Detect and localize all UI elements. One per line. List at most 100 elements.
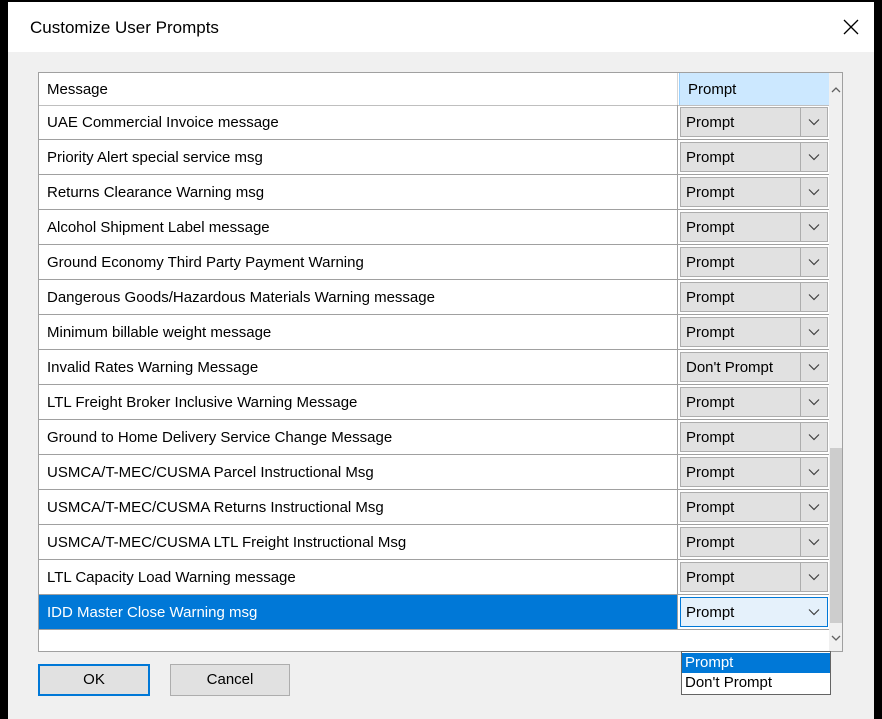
grid-header: Message Prompt xyxy=(39,73,829,106)
table-row[interactable]: Returns Clearance Warning msg Prompt xyxy=(39,175,829,210)
dropdown-button[interactable] xyxy=(800,388,827,416)
header-divider xyxy=(677,73,678,105)
dropdown-button[interactable] xyxy=(800,108,827,136)
prompt-select[interactable]: Prompt xyxy=(680,387,828,417)
prompt-select-value: Prompt xyxy=(686,464,735,481)
chevron-down-icon xyxy=(808,154,820,161)
message-cell[interactable]: Alcohol Shipment Label message xyxy=(39,210,678,244)
table-row[interactable]: UAE Commercial Invoice message Prompt xyxy=(39,105,829,140)
chevron-down-icon xyxy=(808,574,820,581)
message-cell[interactable]: Returns Clearance Warning msg xyxy=(39,175,678,209)
dropdown-button[interactable] xyxy=(800,178,827,206)
customize-user-prompts-dialog: Customize User Prompts Message Prompt UA… xyxy=(8,2,874,719)
dropdown-button[interactable] xyxy=(800,248,827,276)
chevron-down-icon xyxy=(831,635,841,641)
table-row[interactable]: Ground Economy Third Party Payment Warni… xyxy=(39,245,829,280)
prompt-select-value: Prompt xyxy=(686,219,735,236)
prompt-select[interactable]: Prompt xyxy=(680,247,828,277)
chevron-down-icon xyxy=(808,469,820,476)
chevron-down-icon xyxy=(808,259,820,266)
message-cell[interactable]: LTL Capacity Load Warning message xyxy=(39,560,678,594)
cancel-button[interactable]: Cancel xyxy=(170,664,290,696)
close-button[interactable] xyxy=(828,2,874,52)
message-cell[interactable]: USMCA/T-MEC/CUSMA Returns Instructional … xyxy=(39,490,678,524)
table-row[interactable]: USMCA/T-MEC/CUSMA LTL Freight Instructio… xyxy=(39,525,829,560)
dropdown-button[interactable] xyxy=(800,563,827,591)
table-row[interactable]: Dangerous Goods/Hazardous Materials Warn… xyxy=(39,280,829,315)
prompt-select[interactable]: Prompt xyxy=(680,282,828,312)
prompt-select-value: Prompt xyxy=(686,604,735,621)
prompt-select-value: Prompt xyxy=(686,569,735,586)
dropdown-button[interactable] xyxy=(800,143,827,171)
prompt-select-value: Prompt xyxy=(686,394,735,411)
dropdown-button[interactable] xyxy=(800,458,827,486)
chevron-down-icon xyxy=(808,504,820,511)
dropdown-button[interactable] xyxy=(800,213,827,241)
table-row[interactable]: Invalid Rates Warning Message Don't Promp… xyxy=(39,350,829,385)
dropdown-option-prompt[interactable]: Prompt xyxy=(682,653,830,673)
dropdown-button[interactable] xyxy=(800,528,827,556)
prompt-select[interactable]: Prompt xyxy=(680,562,828,592)
ok-button[interactable]: OK xyxy=(38,664,150,696)
prompt-select-value: Prompt xyxy=(686,114,735,131)
prompt-select[interactable]: Prompt xyxy=(680,177,828,207)
table-row[interactable]: IDD Master Close Warning msg Prompt xyxy=(39,595,829,630)
message-cell[interactable]: LTL Freight Broker Inclusive Warning Mes… xyxy=(39,385,678,419)
table-row[interactable]: Minimum billable weight message Prompt xyxy=(39,315,829,350)
prompt-select[interactable]: Prompt xyxy=(680,457,828,487)
prompt-select[interactable]: Prompt xyxy=(680,142,828,172)
dropdown-button[interactable] xyxy=(800,353,827,381)
prompt-select-value: Prompt xyxy=(686,254,735,271)
message-cell[interactable]: Invalid Rates Warning Message xyxy=(39,350,678,384)
message-cell[interactable]: USMCA/T-MEC/CUSMA LTL Freight Instructio… xyxy=(39,525,678,559)
table-row[interactable]: Priority Alert special service msg Prompt xyxy=(39,140,829,175)
column-header-prompt[interactable]: Prompt xyxy=(679,73,829,105)
table-row[interactable]: LTL Capacity Load Warning message Prompt xyxy=(39,560,829,595)
chevron-down-icon xyxy=(808,364,820,371)
prompt-select[interactable]: Prompt xyxy=(680,597,828,627)
prompt-select-value: Prompt xyxy=(686,324,735,341)
chevron-down-icon xyxy=(808,329,820,336)
message-cell[interactable]: Dangerous Goods/Hazardous Materials Warn… xyxy=(39,280,678,314)
column-header-message[interactable]: Message xyxy=(47,73,108,105)
chevron-down-icon xyxy=(808,294,820,301)
message-cell[interactable]: UAE Commercial Invoice message xyxy=(39,105,678,139)
message-cell[interactable]: USMCA/T-MEC/CUSMA Parcel Instructional M… xyxy=(39,455,678,489)
chevron-down-icon xyxy=(808,224,820,231)
prompt-select[interactable]: Prompt xyxy=(680,317,828,347)
title-bar: Customize User Prompts xyxy=(8,2,874,52)
message-cell[interactable]: IDD Master Close Warning msg xyxy=(39,595,678,629)
dropdown-option-dont-prompt[interactable]: Don't Prompt xyxy=(682,673,830,693)
vertical-scrollbar[interactable] xyxy=(829,73,842,651)
message-cell[interactable]: Ground Economy Third Party Payment Warni… xyxy=(39,245,678,279)
dropdown-button[interactable] xyxy=(800,493,827,521)
table-row[interactable]: Ground to Home Delivery Service Change M… xyxy=(39,420,829,455)
table-row[interactable]: USMCA/T-MEC/CUSMA Returns Instructional … xyxy=(39,490,829,525)
prompt-select[interactable]: Prompt xyxy=(680,422,828,452)
dropdown-button[interactable] xyxy=(800,598,827,626)
message-cell[interactable]: Priority Alert special service msg xyxy=(39,140,678,174)
prompt-select[interactable]: Prompt xyxy=(680,492,828,522)
table-row[interactable]: USMCA/T-MEC/CUSMA Parcel Instructional M… xyxy=(39,455,829,490)
prompt-select[interactable]: Prompt xyxy=(680,212,828,242)
message-cell[interactable]: Ground to Home Delivery Service Change M… xyxy=(39,420,678,454)
scroll-up-button[interactable] xyxy=(829,81,842,99)
prompt-select-value: Prompt xyxy=(686,499,735,516)
prompt-select[interactable]: Prompt xyxy=(680,527,828,557)
window-title: Customize User Prompts xyxy=(30,18,219,37)
dropdown-button[interactable] xyxy=(800,423,827,451)
prompt-select[interactable]: Prompt xyxy=(680,107,828,137)
scroll-thumb[interactable] xyxy=(830,448,842,623)
chevron-up-icon xyxy=(831,87,841,93)
table-row[interactable]: Alcohol Shipment Label message Prompt xyxy=(39,210,829,245)
table-row[interactable]: LTL Freight Broker Inclusive Warning Mes… xyxy=(39,385,829,420)
prompts-grid: Message Prompt UAE Commercial Invoice me… xyxy=(38,72,843,652)
message-cell[interactable]: Minimum billable weight message xyxy=(39,315,678,349)
prompt-select[interactable]: Don't Prompt xyxy=(680,352,828,382)
prompt-select-value: Prompt xyxy=(686,534,735,551)
dropdown-button[interactable] xyxy=(800,283,827,311)
scroll-down-button[interactable] xyxy=(829,629,842,647)
prompt-select-value: Don't Prompt xyxy=(686,359,774,376)
chevron-down-icon xyxy=(808,399,820,406)
dropdown-button[interactable] xyxy=(800,318,827,346)
